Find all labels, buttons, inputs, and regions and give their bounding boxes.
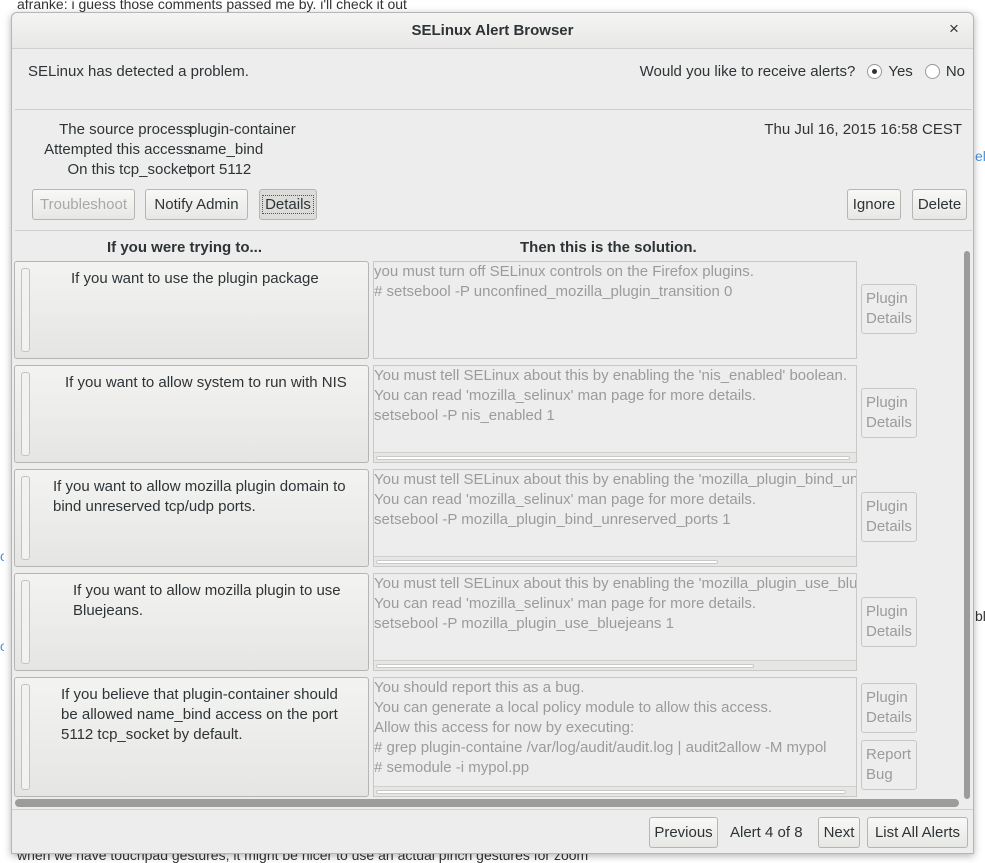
troubleshoot-button[interactable]: Troubleshoot bbox=[32, 189, 135, 220]
solution-text: you must turn off SELinux controls on th… bbox=[374, 263, 754, 300]
solution-text-area[interactable]: You must tell SELinux about this by enab… bbox=[373, 573, 857, 671]
vertical-scrollbar[interactable] bbox=[961, 249, 973, 801]
alert-count: Alert 4 of 8 bbox=[730, 824, 803, 841]
trying-option-text: If you want to allow mozilla plugin doma… bbox=[53, 478, 346, 515]
receive-alerts-group: Would you like to receive alerts? Yes No bbox=[640, 63, 965, 80]
source-process-value: plugin-container bbox=[189, 121, 296, 138]
plugin-details-button[interactable]: Plugin Details bbox=[861, 388, 917, 438]
expander-handle bbox=[21, 684, 30, 790]
selinux-alert-dialog: SELinux Alert Browser × SELinux has dete… bbox=[11, 12, 974, 854]
yes-label: Yes bbox=[888, 63, 913, 80]
attempted-access-label: Attempted this access: bbox=[44, 141, 195, 158]
solution-text: You should report this as a bug. You can… bbox=[374, 679, 827, 776]
list-all-alerts-button[interactable]: List All Alerts bbox=[867, 817, 968, 848]
solution-text-area[interactable]: You must tell SELinux about this by enab… bbox=[373, 469, 857, 567]
trying-option-text: If you believe that plugin-container sho… bbox=[61, 686, 338, 743]
horizontal-scrollbar[interactable] bbox=[374, 556, 856, 566]
delete-button[interactable]: Delete bbox=[912, 189, 967, 220]
report-bug-button[interactable]: Report Bug bbox=[861, 740, 917, 790]
trying-option-bluejeans[interactable]: If you want to allow mozilla plugin to u… bbox=[14, 573, 369, 671]
source-process-label: The source process: bbox=[59, 121, 195, 138]
trying-option-text: If you want to allow system to run with … bbox=[65, 374, 347, 391]
expander-handle bbox=[21, 268, 30, 352]
no-radio-option[interactable]: No bbox=[924, 63, 965, 80]
background-fragment: o bbox=[0, 548, 4, 564]
solution-text-area[interactable]: you must turn off SELinux controls on th… bbox=[373, 261, 857, 359]
background-chat-line-top: afranke: i guess those comments passed m… bbox=[17, 0, 407, 12]
trying-option-plugin-package[interactable]: If you want to use the plugin package bbox=[14, 261, 369, 359]
plugin-details-button[interactable]: Plugin Details bbox=[861, 284, 917, 334]
trying-option-nis[interactable]: If you want to allow system to run with … bbox=[14, 365, 369, 463]
horizontal-scrollbar[interactable] bbox=[374, 660, 856, 670]
receive-alerts-question: Would you like to receive alerts? bbox=[639, 63, 856, 80]
problem-message: SELinux has detected a problem. bbox=[28, 63, 249, 80]
background-fragment: bl bbox=[975, 608, 985, 624]
close-icon[interactable]: × bbox=[944, 19, 964, 39]
expander-handle bbox=[21, 476, 30, 560]
scrollbar-thumb[interactable] bbox=[376, 790, 846, 794]
solution-text: You must tell SELinux about this by enab… bbox=[374, 471, 857, 528]
column-header-solution: Then this is the solution. bbox=[520, 239, 697, 256]
window-title: SELinux Alert Browser bbox=[411, 22, 574, 39]
target-value: port 5112 bbox=[189, 161, 252, 178]
plugin-details-button[interactable]: Plugin Details bbox=[861, 597, 917, 647]
trying-option-report-bug[interactable]: If you believe that plugin-container sho… bbox=[14, 677, 369, 797]
previous-button[interactable]: Previous bbox=[649, 817, 718, 848]
horizontal-scrollbar[interactable] bbox=[374, 452, 856, 462]
attempted-access-value: name_bind bbox=[189, 141, 264, 158]
solutions-list: If you were trying to... Then this is th… bbox=[13, 233, 973, 811]
title-bar[interactable]: SELinux Alert Browser × bbox=[12, 13, 973, 49]
solution-text: You must tell SELinux about this by enab… bbox=[374, 575, 857, 632]
navigation-footer: Previous Alert 4 of 8 Next List All Aler… bbox=[12, 809, 973, 855]
next-button[interactable]: Next bbox=[818, 817, 860, 848]
scrollbar-thumb[interactable] bbox=[376, 560, 718, 564]
background-fragment: el bbox=[975, 148, 985, 164]
alert-info-panel: The source process: plugin-container Att… bbox=[15, 109, 972, 231]
background-fragment: o bbox=[0, 638, 4, 654]
ignore-button[interactable]: Ignore bbox=[847, 189, 901, 220]
plugin-details-button[interactable]: Plugin Details bbox=[861, 683, 917, 733]
horizontal-scrollbar[interactable] bbox=[374, 786, 856, 796]
alert-header: SELinux has detected a problem. Would yo… bbox=[12, 49, 973, 109]
scrollbar-thumb[interactable] bbox=[376, 456, 850, 460]
trying-option-text: If you want to allow mozilla plugin to u… bbox=[73, 582, 341, 619]
horizontal-scrollbar-main[interactable] bbox=[15, 799, 959, 807]
scrollbar-thumb[interactable] bbox=[964, 251, 970, 799]
solution-text-area[interactable]: You should report this as a bug. You can… bbox=[373, 677, 857, 797]
solution-text-area[interactable]: You must tell SELinux about this by enab… bbox=[373, 365, 857, 463]
solution-text: You must tell SELinux about this by enab… bbox=[374, 367, 848, 424]
no-radio[interactable] bbox=[924, 64, 940, 79]
alert-datetime: Thu Jul 16, 2015 16:58 CEST bbox=[764, 121, 962, 138]
trying-option-bind-unreserved-ports[interactable]: If you want to allow mozilla plugin doma… bbox=[14, 469, 369, 567]
expander-handle bbox=[21, 580, 30, 664]
no-label: No bbox=[945, 63, 965, 80]
yes-radio[interactable] bbox=[867, 64, 883, 79]
plugin-details-button[interactable]: Plugin Details bbox=[861, 492, 917, 542]
column-header-trying: If you were trying to... bbox=[107, 239, 263, 256]
trying-option-text: If you want to use the plugin package bbox=[71, 270, 319, 287]
expander-handle bbox=[21, 372, 30, 456]
details-button[interactable]: Details bbox=[259, 189, 317, 220]
notify-admin-button[interactable]: Notify Admin bbox=[145, 189, 248, 220]
target-label: On this tcp_socket: bbox=[67, 161, 195, 178]
scrollbar-thumb[interactable] bbox=[376, 664, 754, 668]
yes-radio-option[interactable]: Yes bbox=[867, 63, 913, 80]
details-button-label: Details bbox=[262, 195, 314, 214]
